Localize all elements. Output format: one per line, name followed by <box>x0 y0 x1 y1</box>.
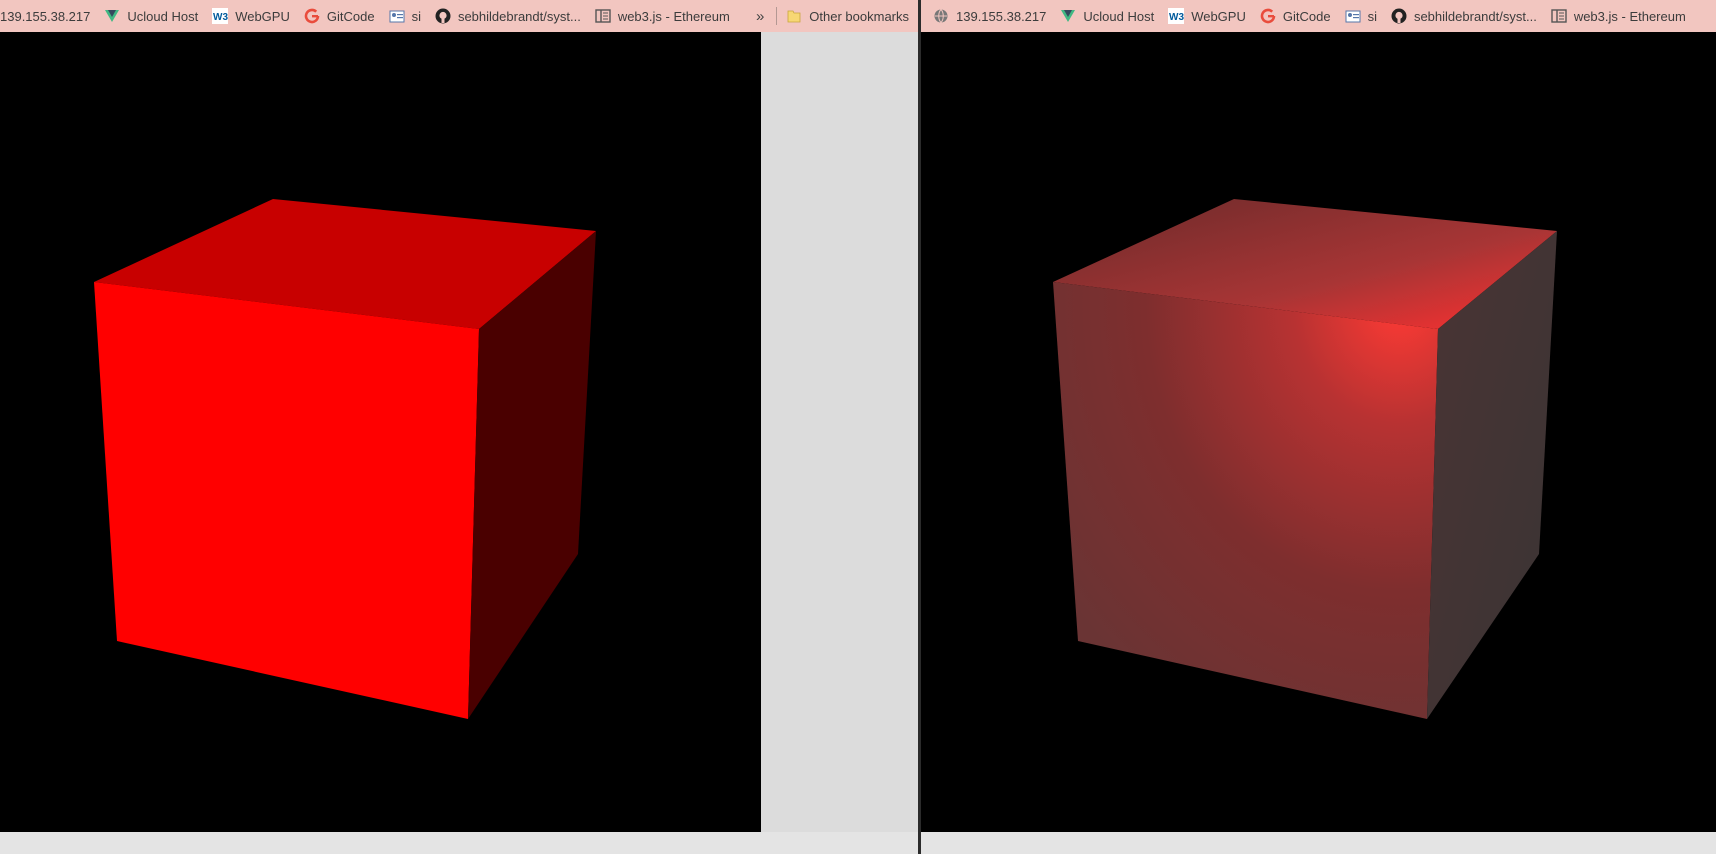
google-icon <box>1260 8 1276 24</box>
bookmark-label: 139.155.38.217 <box>0 8 91 24</box>
w3c-icon: W3 <box>1168 8 1185 24</box>
folder-icon <box>786 8 802 24</box>
bookmark-web3js[interactable]: web3.js - Ethereum <box>1546 0 1695 32</box>
globe-icon <box>933 8 949 24</box>
bookmark-label: web3.js - Ethereum <box>1573 8 1686 24</box>
bookmark-github[interactable]: sebhildebrandt/syst... <box>1386 0 1546 32</box>
bookmark-ip[interactable]: 139.155.38.217 <box>0 0 99 32</box>
cube-front-face <box>1053 282 1438 719</box>
bookmark-label: WebGPU <box>1191 8 1246 24</box>
bookmark-github[interactable]: sebhildebrandt/syst... <box>430 0 590 32</box>
other-bookmarks-label: Other bookmarks <box>809 8 909 24</box>
right-browser-window: 139.155.38.217 Ucloud Host W3 WebGPU Git… <box>921 0 1716 854</box>
google-icon <box>304 8 320 24</box>
bookmark-label: web3.js - Ethereum <box>617 8 730 24</box>
bookmark-webgpu[interactable]: W3 WebGPU <box>1163 0 1255 32</box>
card-icon <box>1345 8 1361 24</box>
reader-icon <box>595 8 611 24</box>
bookmark-gitcode[interactable]: GitCode <box>1255 0 1340 32</box>
bottom-strip <box>0 832 918 854</box>
chevron-double-right-icon: » <box>755 7 765 25</box>
bookmark-label: WebGPU <box>235 8 290 24</box>
vue-icon <box>104 8 120 24</box>
svg-text:W3: W3 <box>213 12 228 23</box>
bookmarks-bar: 139.155.38.217 Ucloud Host W3 WebGPU Git… <box>0 0 918 32</box>
w3c-icon: W3 <box>212 8 229 24</box>
svg-text:W3: W3 <box>1169 12 1184 23</box>
bookmark-si[interactable]: si <box>384 0 430 32</box>
bookmarks-bar: 139.155.38.217 Ucloud Host W3 WebGPU Git… <box>921 0 1716 32</box>
bookmark-label: sebhildebrandt/syst... <box>457 8 581 24</box>
bookmark-gitcode[interactable]: GitCode <box>299 0 384 32</box>
bookmark-label: si <box>1367 8 1377 24</box>
empty-viewport-area <box>761 32 918 854</box>
webgl-canvas-lit[interactable] <box>921 32 1716 832</box>
bookmark-si[interactable]: si <box>1340 0 1386 32</box>
bookmarks-overflow-button[interactable]: » <box>748 0 772 32</box>
lit-cube-render <box>1053 199 1557 719</box>
reader-icon <box>1551 8 1567 24</box>
vue-icon <box>1060 8 1076 24</box>
bookmark-ucloud-host[interactable]: Ucloud Host <box>99 0 207 32</box>
bookmark-label: Ucloud Host <box>1083 8 1155 24</box>
bookmark-label: GitCode <box>1282 8 1331 24</box>
bookmark-webgpu[interactable]: W3 WebGPU <box>207 0 299 32</box>
bookmark-label: si <box>411 8 421 24</box>
bookmark-label: sebhildebrandt/syst... <box>1413 8 1537 24</box>
bookmark-web3js[interactable]: web3.js - Ethereum <box>590 0 739 32</box>
bookmark-label: Ucloud Host <box>127 8 199 24</box>
card-icon <box>389 8 405 24</box>
bookmark-label: GitCode <box>326 8 375 24</box>
bookmark-ip[interactable]: 139.155.38.217 <box>933 0 1055 32</box>
bookmark-ucloud-host[interactable]: Ucloud Host <box>1055 0 1163 32</box>
webgl-canvas-flat[interactable] <box>0 32 761 832</box>
github-icon <box>435 8 451 24</box>
other-bookmarks-folder[interactable]: Other bookmarks <box>781 0 918 32</box>
bottom-strip <box>921 832 1716 854</box>
left-browser-window: 139.155.38.217 Ucloud Host W3 WebGPU Git… <box>0 0 918 854</box>
cube-front-face <box>94 282 479 719</box>
bookmarks-separator <box>776 7 778 25</box>
github-icon <box>1391 8 1407 24</box>
bookmark-label: 139.155.38.217 <box>956 8 1047 24</box>
flat-cube-render <box>94 199 596 719</box>
